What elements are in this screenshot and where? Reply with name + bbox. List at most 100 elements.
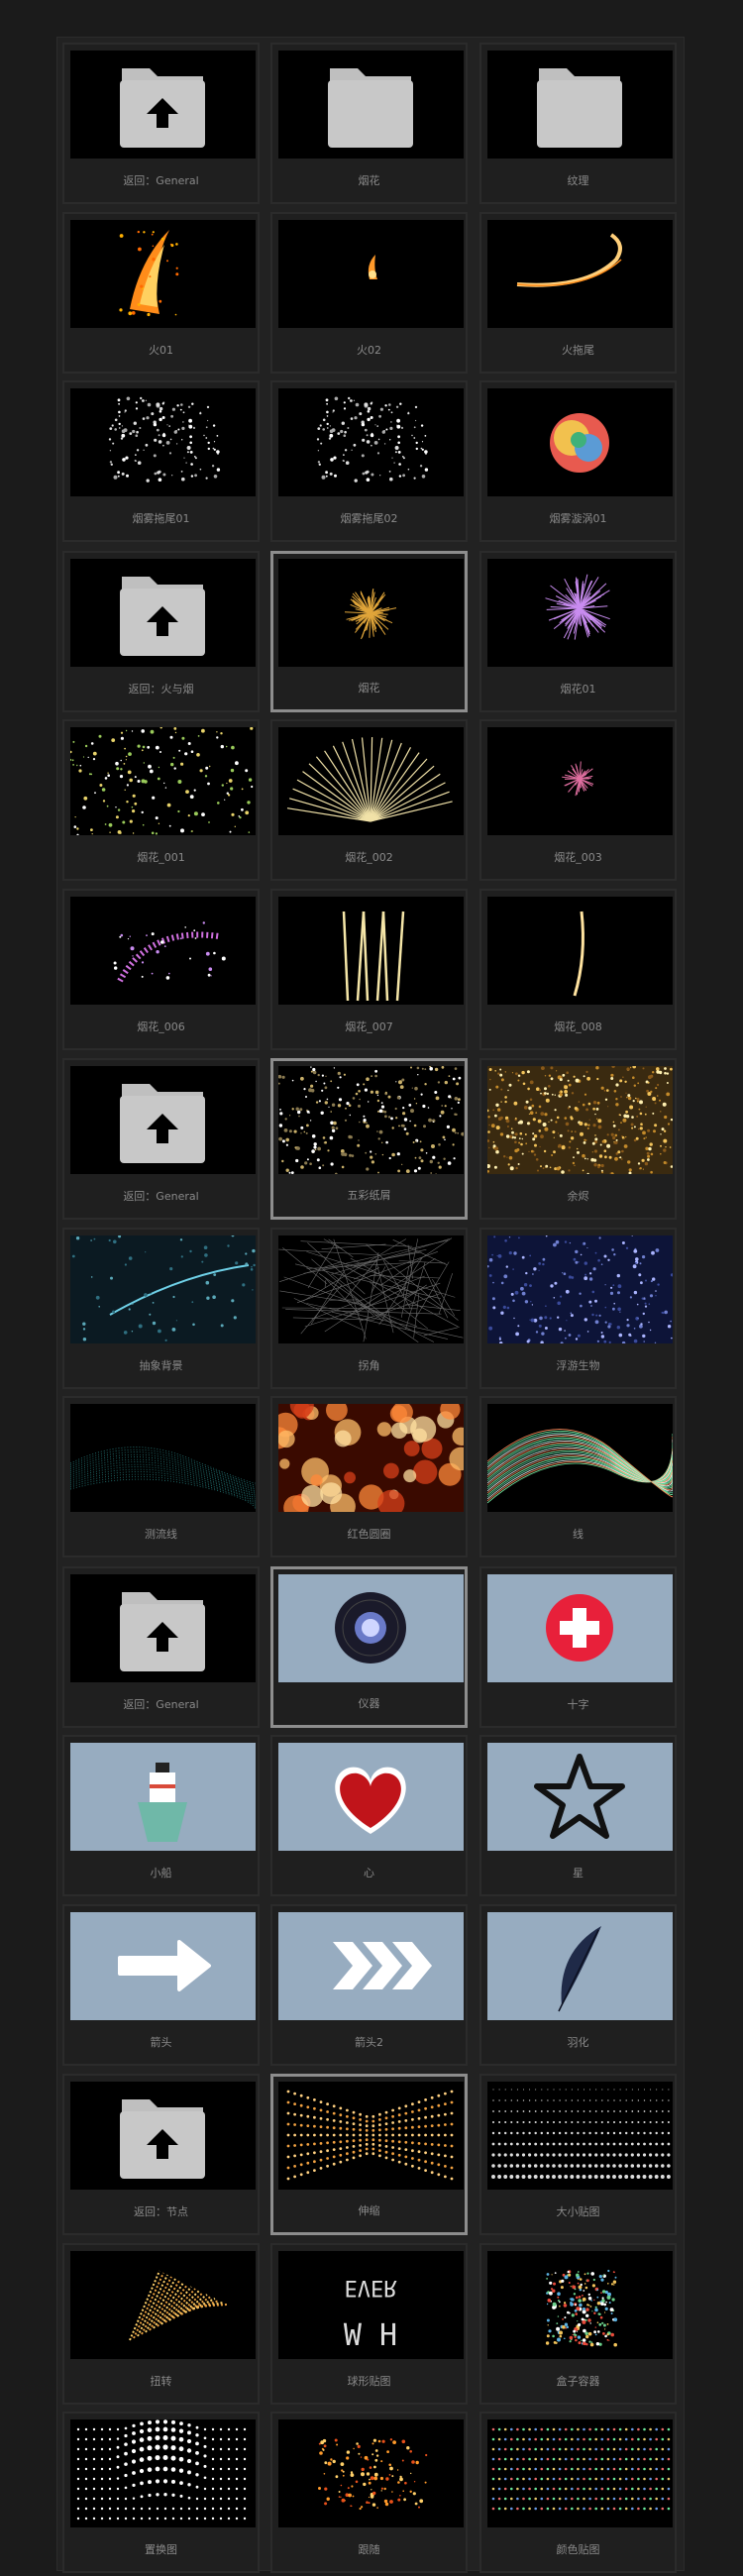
- asset-tile[interactable]: 心: [270, 1735, 468, 1896]
- sparkle-field-icon: [70, 727, 256, 835]
- asset-tile[interactable]: 烟雾拖尾01: [62, 380, 260, 542]
- asset-label: 烟雾拖尾01: [132, 512, 190, 525]
- fire-icon: [70, 220, 256, 328]
- asset-label: 烟花: [358, 682, 380, 695]
- asset-tile[interactable]: 烟花_001: [62, 719, 260, 881]
- asset-tile[interactable]: 返回：General: [62, 1566, 260, 1728]
- asset-tile[interactable]: 颜色贴图: [479, 2412, 677, 2573]
- asset-tile[interactable]: 余烬: [479, 1058, 677, 1220]
- asset-label: 烟雾拖尾02: [340, 512, 398, 525]
- asset-tile[interactable]: 伸缩: [270, 2074, 468, 2235]
- asset-tile[interactable]: 测流线: [62, 1396, 260, 1557]
- asset-label: 红色圆圈: [347, 1528, 391, 1541]
- asset-label: 返回：General: [123, 1190, 199, 1203]
- folder-icon: [487, 51, 673, 159]
- asset-label: 火拖尾: [562, 344, 594, 357]
- firework-arc-icon: [70, 897, 256, 1005]
- asset-label: 烟花_003: [554, 851, 602, 864]
- flow-lines-icon: [70, 1404, 256, 1512]
- folder-up-icon: [70, 2082, 256, 2190]
- asset-tile[interactable]: 烟雾拖尾02: [270, 380, 468, 542]
- plankton-icon: [487, 1235, 673, 1343]
- asset-tile[interactable]: 烟花: [270, 43, 468, 204]
- smoke-trail-icon: [70, 388, 256, 496]
- embers-icon: [487, 1066, 673, 1174]
- asset-tile[interactable]: 大小贴图: [479, 2074, 677, 2235]
- asset-tile[interactable]: 烟花_007: [270, 889, 468, 1050]
- folder-up-icon: [70, 1574, 256, 1682]
- asset-label: 返回：General: [123, 174, 199, 187]
- asset-tile[interactable]: 跟随: [270, 2412, 468, 2573]
- asset-tile[interactable]: 返回：General: [62, 1058, 260, 1220]
- asset-tile[interactable]: 拐角: [270, 1228, 468, 1389]
- folder-icon: [278, 51, 464, 159]
- firework-gold-icon: [278, 559, 464, 667]
- asset-label: 烟花_006: [137, 1020, 185, 1033]
- asset-label: 余烬: [567, 1190, 589, 1203]
- small-flame-icon: [278, 220, 464, 328]
- asset-tile[interactable]: 烟花_002: [270, 719, 468, 881]
- asset-tile[interactable]: 火02: [270, 212, 468, 374]
- asset-label: 颜色贴图: [556, 2543, 600, 2556]
- asset-browser-panel: 返回：General 烟花 纹理火01 火02 火拖尾烟雾拖尾01 烟雾拖尾02 烟雾漩…: [56, 37, 685, 2573]
- folder-up-icon: [70, 1066, 256, 1174]
- displacement-icon: [70, 2419, 256, 2527]
- asset-tile[interactable]: 箭头2: [270, 1904, 468, 2066]
- asset-label: 测流线: [145, 1528, 177, 1541]
- asset-tile[interactable]: 红色圆圈: [270, 1396, 468, 1557]
- ship-icon: [70, 1743, 256, 1851]
- asset-label: 烟花01: [560, 683, 596, 696]
- asset-tile[interactable]: 小船: [62, 1735, 260, 1896]
- asset-tile[interactable]: 五彩纸屑: [270, 1058, 468, 1220]
- asset-tile[interactable]: EVER W H 球形贴图: [270, 2243, 468, 2405]
- asset-label: 箭头: [150, 2036, 172, 2049]
- feather-icon: [487, 1912, 673, 2020]
- asset-tile[interactable]: 烟花_003: [479, 719, 677, 881]
- asset-tile[interactable]: 星: [479, 1735, 677, 1896]
- asset-tile[interactable]: 抽象背景: [62, 1228, 260, 1389]
- asset-tile[interactable]: 烟花_008: [479, 889, 677, 1050]
- arrow-icon: [70, 1912, 256, 2020]
- firework-fan-icon: [278, 727, 464, 835]
- asset-label: 烟花_001: [137, 851, 185, 864]
- asset-tile[interactable]: 浮游生物: [479, 1228, 677, 1389]
- asset-label: 烟花: [358, 174, 380, 187]
- asset-label: 线: [573, 1528, 584, 1541]
- asset-tile[interactable]: 烟花_006: [62, 889, 260, 1050]
- asset-tile[interactable]: 十字: [479, 1566, 677, 1728]
- asset-tile[interactable]: 返回：火与烟: [62, 551, 260, 712]
- asset-label: 跟随: [358, 2543, 380, 2556]
- stretch-dots-icon: [278, 2082, 464, 2190]
- asset-tile[interactable]: 烟花01: [479, 551, 677, 712]
- asset-label: 纹理: [567, 174, 589, 187]
- asset-label: 扭转: [150, 2375, 172, 2388]
- asset-tile[interactable]: 火01: [62, 212, 260, 374]
- asset-tile[interactable]: 羽化: [479, 1904, 677, 2066]
- asset-tile[interactable]: 扭转: [62, 2243, 260, 2405]
- asset-tile[interactable]: 烟花: [270, 551, 468, 712]
- asset-tile[interactable]: 纹理: [479, 43, 677, 204]
- asset-label: 置换图: [145, 2543, 177, 2556]
- vinyl-record-icon: [278, 1574, 464, 1682]
- asset-label: 小船: [150, 1867, 172, 1879]
- asset-tile[interactable]: 火拖尾: [479, 212, 677, 374]
- asset-tile[interactable]: 线: [479, 1396, 677, 1557]
- firework-single-streak-icon: [487, 897, 673, 1005]
- asset-label: 烟花_002: [345, 851, 393, 864]
- asset-tile[interactable]: 置换图: [62, 2412, 260, 2573]
- asset-label: 伸缩: [358, 2204, 380, 2217]
- red-cross-icon: [487, 1574, 673, 1682]
- asset-tile[interactable]: 返回：节点: [62, 2074, 260, 2235]
- asset-label: 盒子容器: [556, 2375, 600, 2388]
- size-map-icon: [487, 2082, 673, 2190]
- abstract-bg-icon: [70, 1235, 256, 1343]
- asset-tile[interactable]: 仪器: [270, 1566, 468, 1728]
- asset-tile[interactable]: 箭头: [62, 1904, 260, 2066]
- asset-tile[interactable]: 盒子容器: [479, 2243, 677, 2405]
- firework-streaks-icon: [278, 897, 464, 1005]
- asset-tile[interactable]: 返回：General: [62, 43, 260, 204]
- asset-tile[interactable]: 烟雾漩涡01: [479, 380, 677, 542]
- folder-up-icon: [70, 559, 256, 667]
- smoke-swirl-icon: [487, 388, 673, 496]
- chevrons-icon: [278, 1912, 464, 2020]
